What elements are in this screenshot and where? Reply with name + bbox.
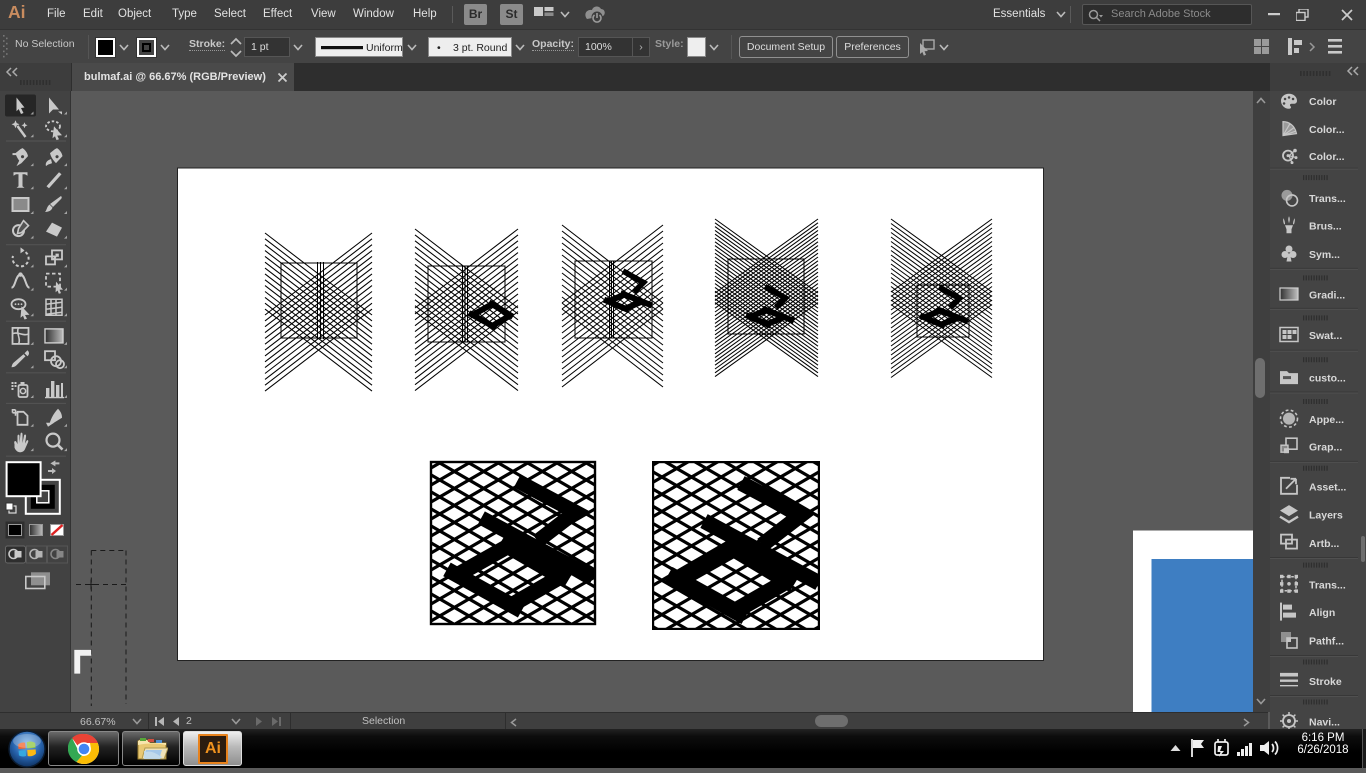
svg-text:Stroke: Stroke (1309, 676, 1342, 688)
svg-text:Artb...: Artb... (1309, 538, 1339, 550)
svg-text:Appe...: Appe... (1309, 414, 1344, 426)
svg-text:Color...: Color... (1309, 124, 1345, 136)
svg-text:Sym...: Sym... (1309, 249, 1340, 261)
svg-text:Trans...: Trans... (1309, 579, 1346, 591)
svg-text:Pathf...: Pathf... (1309, 636, 1344, 648)
svg-text:Brus...: Brus... (1309, 221, 1342, 233)
svg-text:Align: Align (1309, 607, 1335, 619)
svg-text:Trans...: Trans... (1309, 193, 1346, 205)
svg-text:Navi...: Navi... (1309, 717, 1340, 729)
svg-text:Color: Color (1309, 96, 1336, 108)
svg-text:Color...: Color... (1309, 151, 1345, 163)
svg-text:Swat...: Swat... (1309, 330, 1342, 342)
svg-text:Grap...: Grap... (1309, 442, 1342, 454)
svg-text:custo...: custo... (1309, 373, 1346, 385)
svg-text:Asset...: Asset... (1309, 481, 1346, 493)
svg-text:Gradi...: Gradi... (1309, 290, 1345, 302)
svg-text:Layers: Layers (1309, 510, 1343, 522)
